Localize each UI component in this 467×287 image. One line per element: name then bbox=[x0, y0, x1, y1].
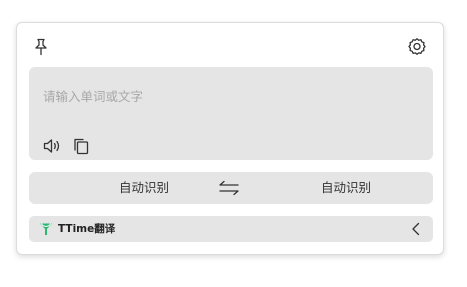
speak-button[interactable] bbox=[43, 138, 63, 154]
settings-button[interactable] bbox=[407, 37, 427, 57]
translator-window: 自动识别 自动识别 TTime翻译 bbox=[16, 22, 444, 255]
translation-service-bar[interactable]: TTime翻译 bbox=[29, 216, 433, 242]
swap-languages-button[interactable] bbox=[218, 180, 240, 196]
target-language-select[interactable]: 自动识别 bbox=[301, 172, 391, 204]
collapse-button[interactable] bbox=[409, 221, 423, 237]
top-toolbar bbox=[17, 23, 443, 65]
language-selector-bar: 自动识别 自动识别 bbox=[29, 172, 433, 204]
copy-icon bbox=[74, 138, 89, 155]
pin-icon bbox=[35, 38, 47, 56]
source-input-panel bbox=[29, 67, 433, 160]
source-text-input[interactable] bbox=[43, 84, 403, 108]
copy-button[interactable] bbox=[72, 137, 90, 155]
speaker-icon bbox=[43, 139, 60, 153]
chevron-left-icon bbox=[412, 222, 420, 236]
pin-button[interactable] bbox=[31, 37, 51, 57]
service-name-label: TTime翻译 bbox=[58, 223, 116, 235]
source-language-select[interactable]: 自动识别 bbox=[99, 172, 189, 204]
ttime-logo-icon bbox=[39, 222, 53, 236]
gear-icon bbox=[408, 38, 426, 55]
swap-arrows-icon bbox=[219, 180, 239, 196]
